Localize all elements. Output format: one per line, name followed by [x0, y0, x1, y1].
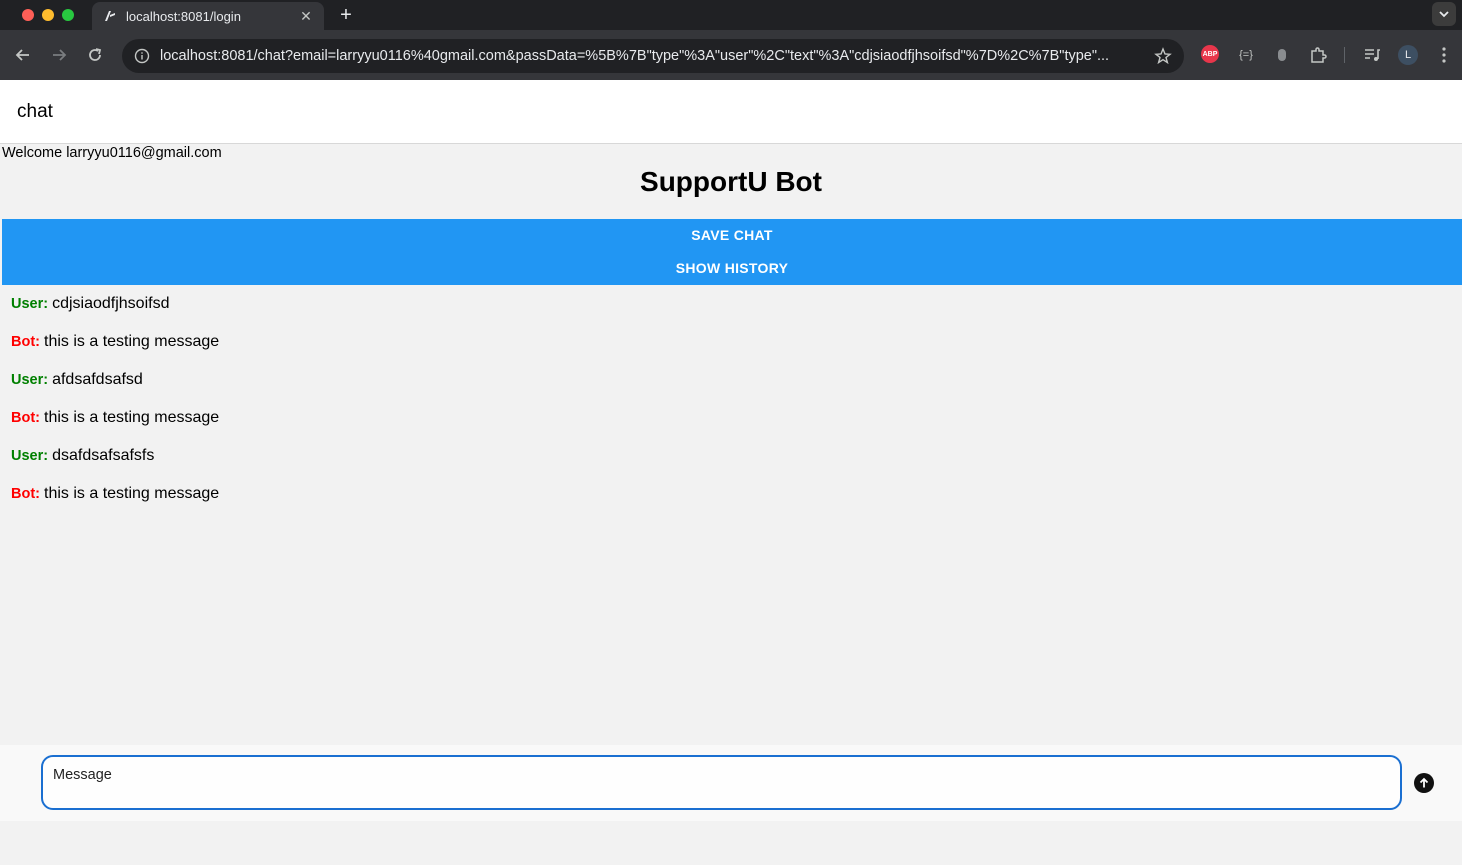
- reload-icon: [89, 48, 102, 61]
- favicon-icon: [102, 8, 118, 24]
- tab-title: localhost:8081/login: [126, 8, 241, 24]
- app-header: chat: [0, 80, 1462, 144]
- media-controls-icon[interactable]: [1362, 45, 1382, 65]
- message-input[interactable]: [41, 755, 1402, 810]
- address-bar[interactable]: localhost:8081/chat?email=larryyu0116%40…: [122, 39, 1184, 73]
- browser-toolbar: localhost:8081/chat?email=larryyu0116%40…: [0, 30, 1462, 80]
- message-item: User: cdjsiaodfjhsoifsd: [11, 293, 219, 331]
- page-title: chat: [17, 100, 53, 122]
- profile-avatar[interactable]: L: [1398, 45, 1418, 65]
- bot-title: SupportU Bot: [640, 166, 822, 197]
- chat-actions: SAVE CHAT SHOW HISTORY: [2, 219, 1462, 285]
- message-item: Bot: this is a testing message: [11, 331, 219, 369]
- site-info-icon[interactable]: [132, 46, 152, 66]
- message-composer: [0, 745, 1462, 821]
- welcome-text: Welcome larryyu0116@gmail.com: [2, 145, 222, 161]
- tab-close-icon[interactable]: ✕: [298, 8, 314, 24]
- back-button[interactable]: [9, 41, 37, 69]
- message-item: Bot: this is a testing message: [11, 483, 219, 521]
- bookmark-star-icon[interactable]: [1152, 47, 1174, 65]
- adblock-extension-icon[interactable]: ABP: [1201, 45, 1219, 63]
- minimize-window-button[interactable]: [42, 9, 54, 21]
- extensions-puzzle-icon[interactable]: [1308, 45, 1328, 65]
- window-controls: [22, 9, 74, 21]
- tab-search-button[interactable]: [1432, 2, 1456, 26]
- message-speaker: User:: [11, 448, 49, 464]
- message-item: Bot: this is a testing message: [11, 407, 219, 445]
- save-chat-button[interactable]: SAVE CHAT: [2, 219, 1462, 252]
- message-speaker: Bot:: [11, 334, 40, 350]
- message-item: User: dsafdsafsafsfs: [11, 445, 219, 483]
- maximize-window-button[interactable]: [62, 9, 74, 21]
- chat-page: chat Welcome larryyu0116@gmail.com Suppo…: [0, 80, 1462, 865]
- message-text: this is a testing message: [44, 409, 220, 426]
- message-speaker: Bot:: [11, 486, 40, 502]
- new-tab-button[interactable]: +: [336, 4, 356, 27]
- url-text: localhost:8081/chat?email=larryyu0116%40…: [160, 48, 1110, 64]
- message-speaker: Bot:: [11, 410, 40, 426]
- show-history-button[interactable]: SHOW HISTORY: [2, 252, 1462, 285]
- extension-braces-icon[interactable]: {=}: [1236, 45, 1256, 65]
- arrow-up-icon: [1419, 777, 1429, 788]
- arrow-right-icon: [53, 49, 67, 61]
- message-text: this is a testing message: [44, 485, 220, 502]
- browser-tab-bar: localhost:8081/login ✕ +: [0, 0, 1462, 30]
- close-window-button[interactable]: [22, 9, 34, 21]
- message-speaker: User:: [11, 372, 49, 388]
- forward-button[interactable]: [45, 41, 73, 69]
- message-text: afdsafdsafsd: [52, 371, 143, 388]
- arrow-left-icon: [15, 49, 29, 61]
- message-text: dsafdsafsafsfs: [52, 447, 155, 464]
- send-button[interactable]: [1414, 773, 1434, 793]
- message-item: User: afdsafdsafsd: [11, 369, 219, 407]
- message-text: this is a testing message: [44, 333, 220, 350]
- message-list: User: cdjsiaodfjhsoifsd Bot: this is a tes…: [11, 293, 219, 521]
- browser-tab[interactable]: localhost:8081/login ✕: [92, 2, 324, 30]
- message-text: cdjsiaodfjhsoifsd: [52, 295, 170, 312]
- chevron-down-icon: [1439, 11, 1449, 18]
- toolbar-separator: [1344, 47, 1345, 63]
- reload-button[interactable]: [81, 41, 109, 69]
- browser-menu-icon[interactable]: [1434, 45, 1454, 65]
- message-speaker: User:: [11, 296, 49, 312]
- extension-mouse-icon[interactable]: [1272, 45, 1292, 65]
